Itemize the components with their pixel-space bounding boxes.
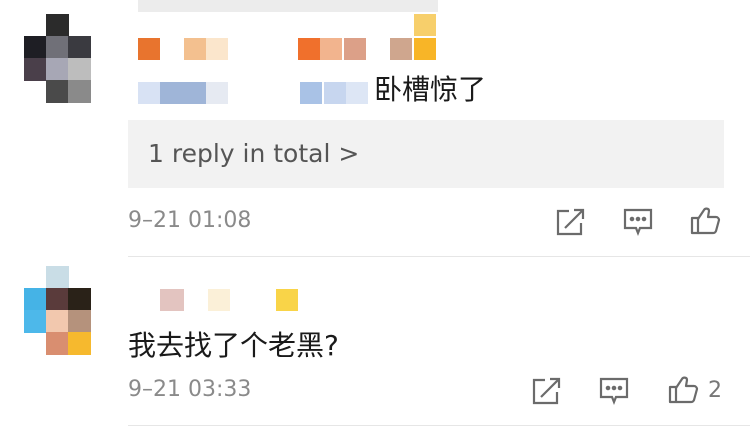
redacted-text: [138, 82, 368, 108]
view-replies-button[interactable]: 1 reply in total >: [128, 120, 724, 188]
like-count: 2: [708, 378, 722, 403]
thumbs-up-icon[interactable]: [668, 374, 700, 404]
comment-thread: 卧槽惊了 1 reply in total > 9–21 01:08 我去找了个…: [0, 0, 750, 427]
comment-icon[interactable]: [598, 376, 630, 406]
share-icon[interactable]: [555, 207, 587, 237]
comment-icon[interactable]: [622, 207, 654, 237]
username-redacted[interactable]: [160, 289, 300, 311]
timestamp: 9–21 01:08: [128, 208, 252, 233]
comment-item: 我去找了个老黑? 9–21 03:33 2: [0, 257, 750, 427]
username-redacted[interactable]: [138, 0, 438, 60]
divider: [128, 425, 750, 426]
comment-text: 卧槽惊了: [374, 73, 487, 106]
comment-item: 卧槽惊了 1 reply in total > 9–21 01:08: [0, 0, 750, 257]
avatar[interactable]: [24, 14, 92, 104]
comment-text: 我去找了个老黑?: [128, 329, 339, 362]
avatar[interactable]: [24, 266, 92, 356]
thumbs-up-icon[interactable]: [690, 205, 722, 235]
timestamp: 9–21 03:33: [128, 377, 252, 402]
share-icon[interactable]: [531, 376, 563, 406]
reply-count-label: 1 reply in total >: [148, 139, 360, 168]
